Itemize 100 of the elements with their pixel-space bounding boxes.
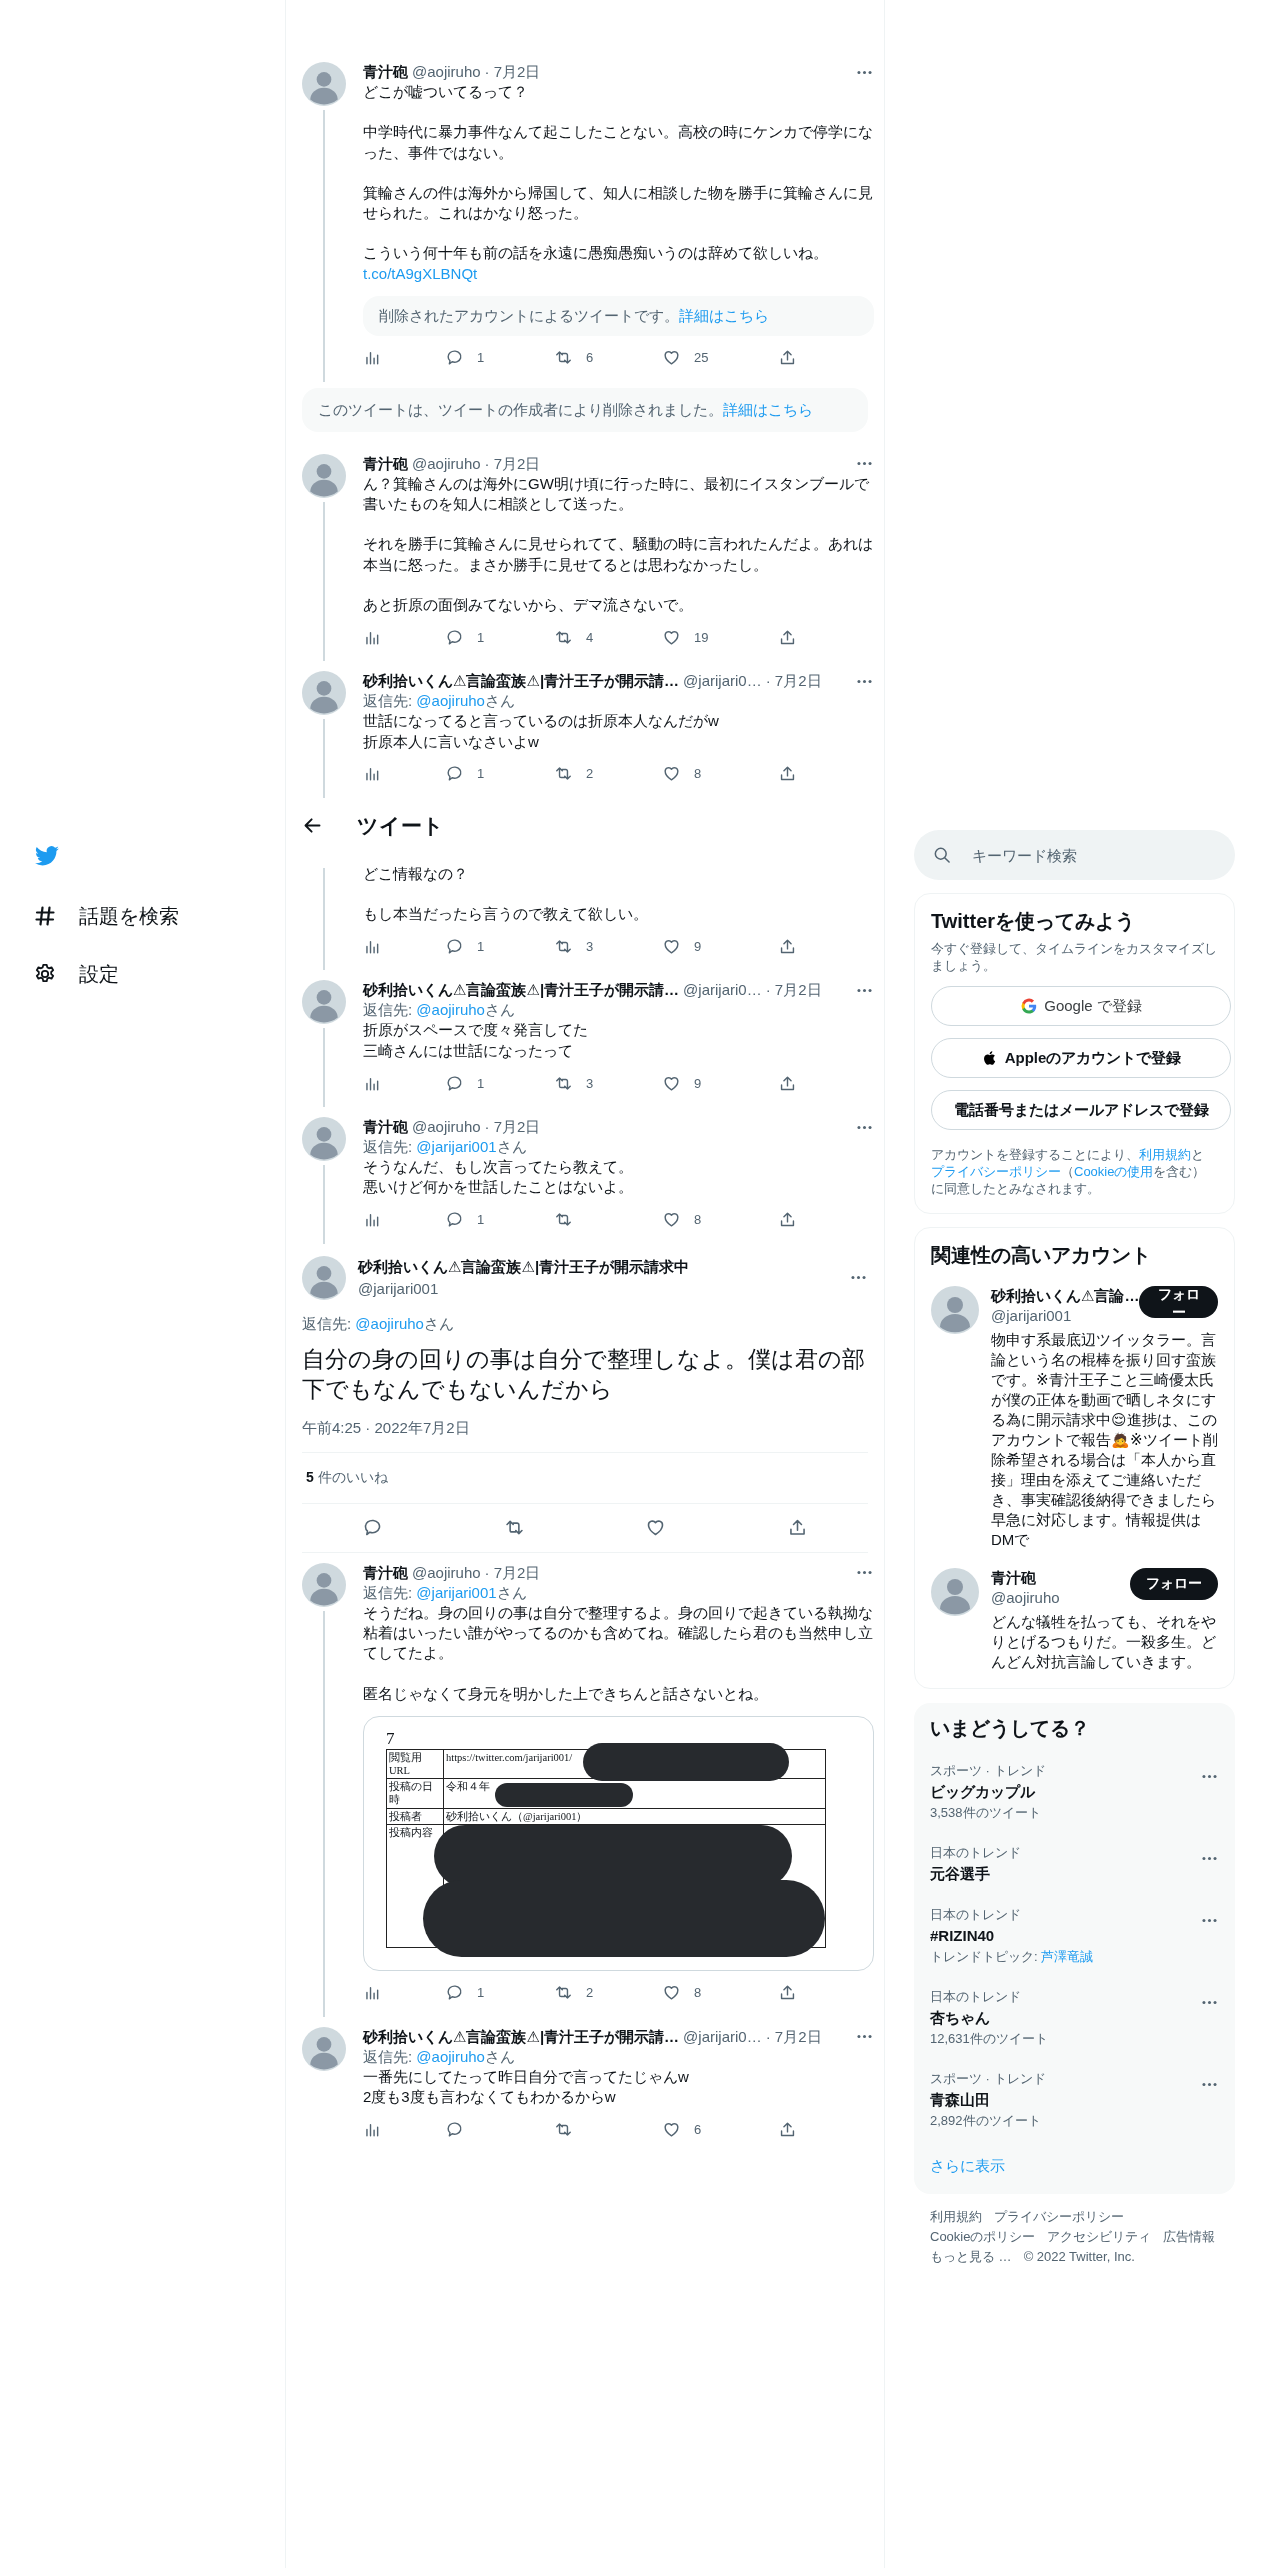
user-name[interactable]: 青汁砲	[363, 1562, 408, 1583]
tweet-text: 世話になってると言っているのは折原本人なんだがw	[363, 711, 720, 732]
avatar[interactable]	[302, 1562, 346, 1607]
footer-link[interactable]: プライバシーポリシー	[994, 2208, 1124, 2226]
user-name[interactable]: 青汁砲	[363, 1117, 408, 1138]
retweet-button[interactable]: 2	[554, 764, 662, 784]
avatar[interactable]	[302, 2026, 346, 2071]
user-name[interactable]: 砂利拾いくん⚠言論蛮族⚠|青汁王子が開示請…	[363, 980, 680, 1001]
reply-button[interactable]: 1	[445, 627, 554, 647]
reply-button[interactable]: 1	[445, 1983, 554, 2003]
like-button[interactable]: 8	[662, 764, 778, 784]
user-name[interactable]: 砂利拾いくん⚠言論蛮族⚠|青汁王子が開示請求中	[358, 1256, 690, 1277]
tweet-text: 箕輪さんの件は海外から帰国して、知人に相談した物を勝手に箕輪さんに見せられた。これはかなり怒った。	[363, 182, 874, 224]
tweet-date[interactable]: · 7月2日	[484, 1117, 541, 1138]
user-handle[interactable]: @jarijari0…	[683, 980, 762, 1001]
signup-button[interactable]: Appleのアカウントで登録	[931, 1038, 1231, 1078]
retweet-button[interactable]: 4	[554, 627, 662, 647]
user-name[interactable]: 青汁砲	[363, 453, 408, 474]
retweet-button[interactable]: 2	[554, 1983, 662, 2003]
tweet-text: 匿名じゃなくて身元を明かした上できちんと話さないとね。	[363, 1683, 769, 1704]
trend-title[interactable]: 青森山田	[930, 2089, 1200, 2111]
user-name[interactable]: 青汁砲	[991, 1568, 1060, 1588]
tweet-date[interactable]: · 7月2日	[484, 62, 541, 82]
user-bio: どんな犠牲を払っても、それをやりとげるつもりだ。一殺多生。どんどん対抗言論していきます。	[991, 1612, 1217, 1672]
tweet-date[interactable]: · 7月2日	[765, 671, 822, 692]
tweet-text: 折原がスペースで度々発言してた	[363, 1020, 589, 1041]
trend-context: 日本のトレンド	[930, 1906, 1022, 1924]
like-button[interactable]: 8	[662, 1983, 778, 2003]
avatar[interactable]	[931, 1286, 979, 1334]
trend-title[interactable]: 杏ちゃん	[930, 2007, 1200, 2029]
share-button[interactable]	[778, 936, 797, 956]
reply-button[interactable]: 1	[445, 764, 554, 784]
retweet-button[interactable]: 6	[554, 348, 662, 368]
user-handle[interactable]: @aojiruho	[412, 62, 481, 82]
reply-button[interactable]: 1	[445, 348, 554, 368]
trend-title[interactable]: ビッグカップル	[930, 1781, 1200, 1803]
reply-button[interactable]: 1	[445, 1210, 554, 1230]
tweet-date[interactable]: · 7月2日	[765, 2026, 822, 2047]
likes-link[interactable]: 5 件のいいね	[306, 1468, 388, 1485]
footer-link[interactable]: Cookieのポリシー	[930, 2228, 1036, 2246]
speech-bubble-icon	[445, 2119, 464, 2139]
share-button[interactable]	[778, 2119, 797, 2139]
user-handle[interactable]: @aojiruho	[991, 1588, 1060, 1608]
retweet-button[interactable]: 3	[554, 1073, 662, 1093]
user-handle[interactable]: @jarijari001	[991, 1306, 1140, 1326]
reply-to-text: 返信先: @aojiruhoさん	[363, 2046, 516, 2067]
footer-link[interactable]: アクセシビリティ	[1047, 2228, 1152, 2246]
like-button[interactable]: 19	[662, 627, 778, 647]
tweet-date[interactable]: · 7月2日	[765, 980, 822, 1001]
table-cell: 投稿者	[386, 1808, 444, 1825]
user-name[interactable]: 砂利拾いくん⚠言論…	[991, 1286, 1140, 1306]
signup-button[interactable]: Google で登録	[931, 986, 1231, 1026]
footer-link[interactable]: もっと見る …	[930, 2248, 1012, 2266]
user-name[interactable]: 青汁砲	[363, 62, 408, 82]
follow-button[interactable]: フォロー	[1130, 1568, 1218, 1600]
share-button[interactable]	[778, 627, 797, 647]
trend-context: スポーツ · トレンド	[930, 1762, 1047, 1780]
user-name[interactable]: 砂利拾いくん⚠言論蛮族⚠|青汁王子が開示請…	[363, 2026, 680, 2047]
trend-title[interactable]: #RIZIN40	[930, 1925, 1200, 1947]
user-handle[interactable]: @aojiruho	[412, 1562, 481, 1583]
user-handle[interactable]: @jarijari001	[358, 1278, 690, 1299]
avatar[interactable]	[302, 1255, 346, 1300]
search-field[interactable]: キーワード検索	[914, 830, 1235, 880]
nav-item[interactable]: 話題を検索	[33, 887, 285, 945]
avatar[interactable]	[302, 1117, 346, 1162]
user-handle[interactable]: @jarijari0…	[683, 2026, 762, 2047]
like-button[interactable]: 9	[662, 1073, 778, 1093]
nav-item[interactable]: 設定	[33, 945, 285, 1003]
table-cell: 投稿の日時	[386, 1778, 444, 1809]
reply-button[interactable]: 1	[445, 936, 554, 956]
user-handle[interactable]: @aojiruho	[412, 1117, 481, 1138]
table-cell: 砂利拾いくん（@jarijari001）	[443, 1808, 826, 1825]
signup-button[interactable]: 電話番号またはメールアドレスで登録	[931, 1090, 1231, 1130]
footer-link[interactable]: 利用規約	[930, 2208, 982, 2226]
like-button[interactable]: 6	[662, 2119, 778, 2139]
footer-link[interactable]: 広告情報	[1163, 2228, 1216, 2246]
trend-title[interactable]: 元谷選手	[930, 1863, 1200, 1885]
user-name[interactable]: 砂利拾いくん⚠言論蛮族⚠|青汁王子が開示請…	[363, 671, 680, 692]
avatar[interactable]	[302, 453, 346, 498]
page-title: ツイート	[357, 812, 444, 839]
avatar[interactable]	[931, 1568, 979, 1616]
share-button[interactable]	[778, 1073, 797, 1093]
follow-button[interactable]: フォロー	[1139, 1286, 1218, 1318]
avatar[interactable]	[302, 980, 346, 1025]
retweet-button[interactable]: 3	[554, 936, 662, 956]
reply-to-text: 返信先: @aojiruhoさん	[302, 1313, 455, 1334]
like-button[interactable]: 9	[662, 936, 778, 956]
tweet-date[interactable]: · 7月2日	[484, 453, 541, 474]
speech-bubble-icon	[445, 627, 464, 647]
avatar[interactable]	[302, 62, 346, 106]
user-handle[interactable]: @jarijari0…	[683, 671, 762, 692]
like-button[interactable]: 25	[662, 348, 778, 368]
deleted-tweet-notice: このツイートは、ツイートの作成者により削除されました。詳細はこちら	[302, 387, 868, 432]
reply-button[interactable]: 1	[445, 1073, 554, 1093]
avatar[interactable]	[302, 671, 346, 716]
like-button[interactable]: 8	[662, 1210, 778, 1230]
tweet-text: どこが嘘ついてるって？	[363, 82, 529, 102]
copyright-text: © 2022 Twitter, Inc.	[1023, 2248, 1135, 2266]
user-handle[interactable]: @aojiruho	[412, 453, 481, 474]
tweet-date[interactable]: · 7月2日	[484, 1562, 541, 1583]
